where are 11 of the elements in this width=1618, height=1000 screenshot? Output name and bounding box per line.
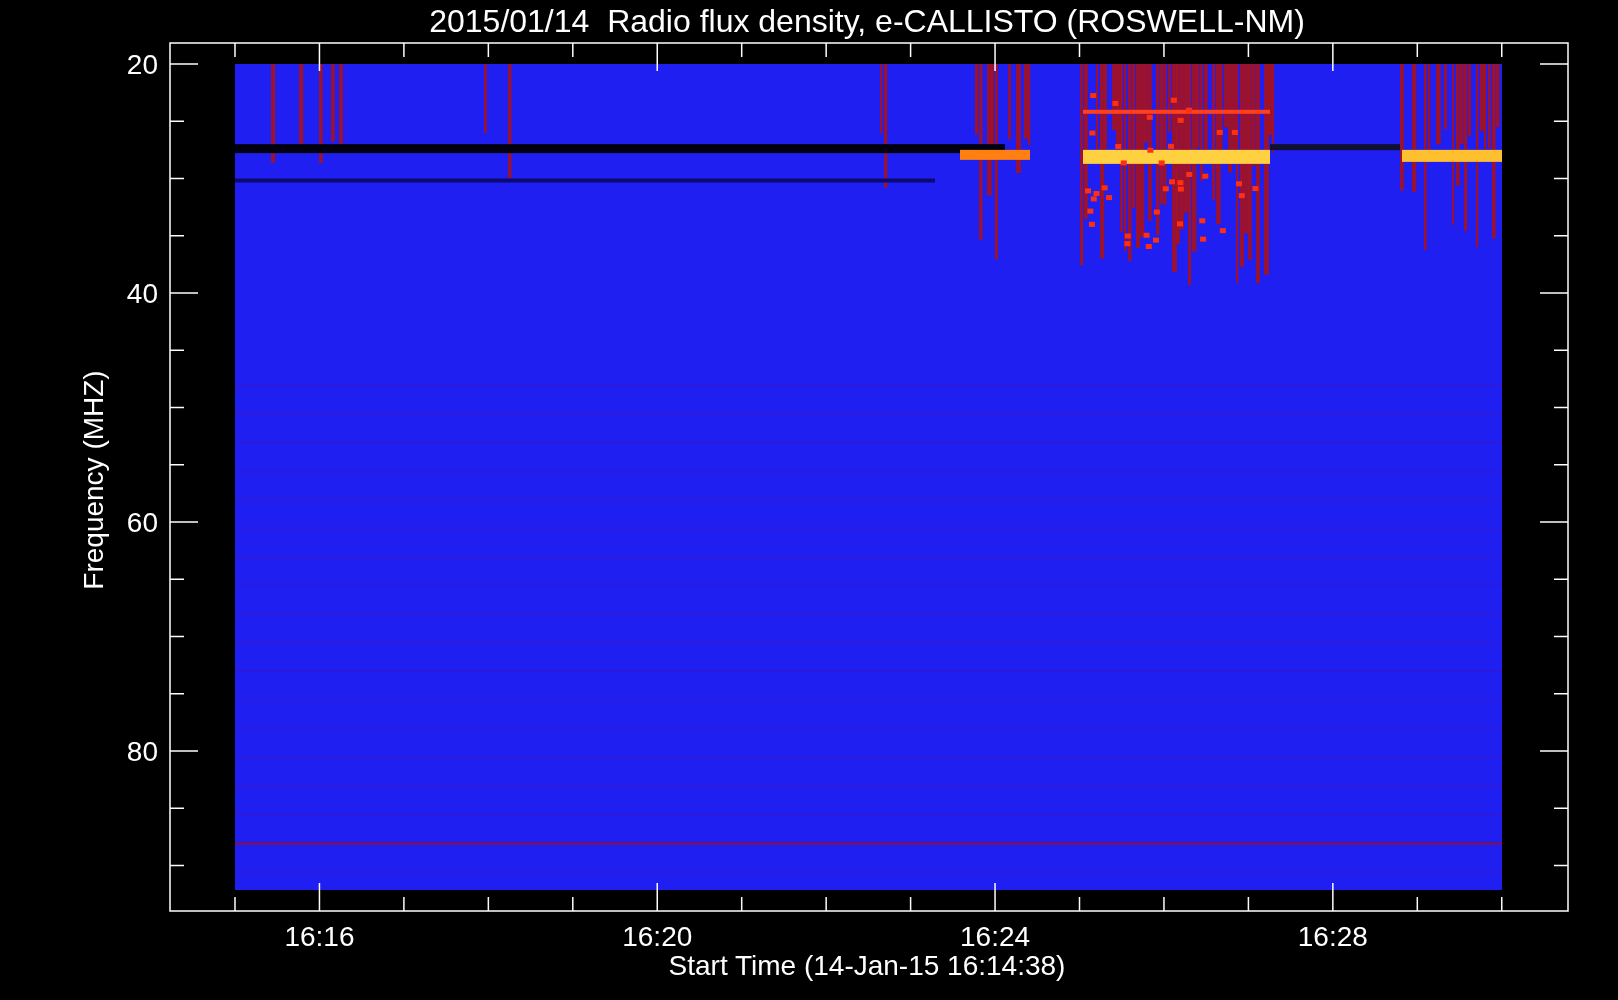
axis-tick-label: 80 (126, 736, 158, 767)
chart-title: 2015/01/14 Radio flux density, e-CALLISTO (ROSWELL-NM) (429, 3, 1305, 39)
axis-tick-label: 40 (126, 278, 158, 309)
axis-tick-label: 60 (126, 507, 158, 538)
axis-tick-label: 16:28 (1297, 921, 1368, 952)
axis-tick-label: 16:20 (622, 921, 693, 952)
y-axis-label: Frequency (MHZ) (78, 370, 109, 590)
axis-tick-label: 20 (126, 49, 158, 80)
axis-tick-label: 16:24 (960, 921, 1031, 952)
x-axis-label: Start Time (14-Jan-15 16:14:38) (668, 950, 1066, 981)
axis-tick-label: 16:16 (284, 921, 355, 952)
